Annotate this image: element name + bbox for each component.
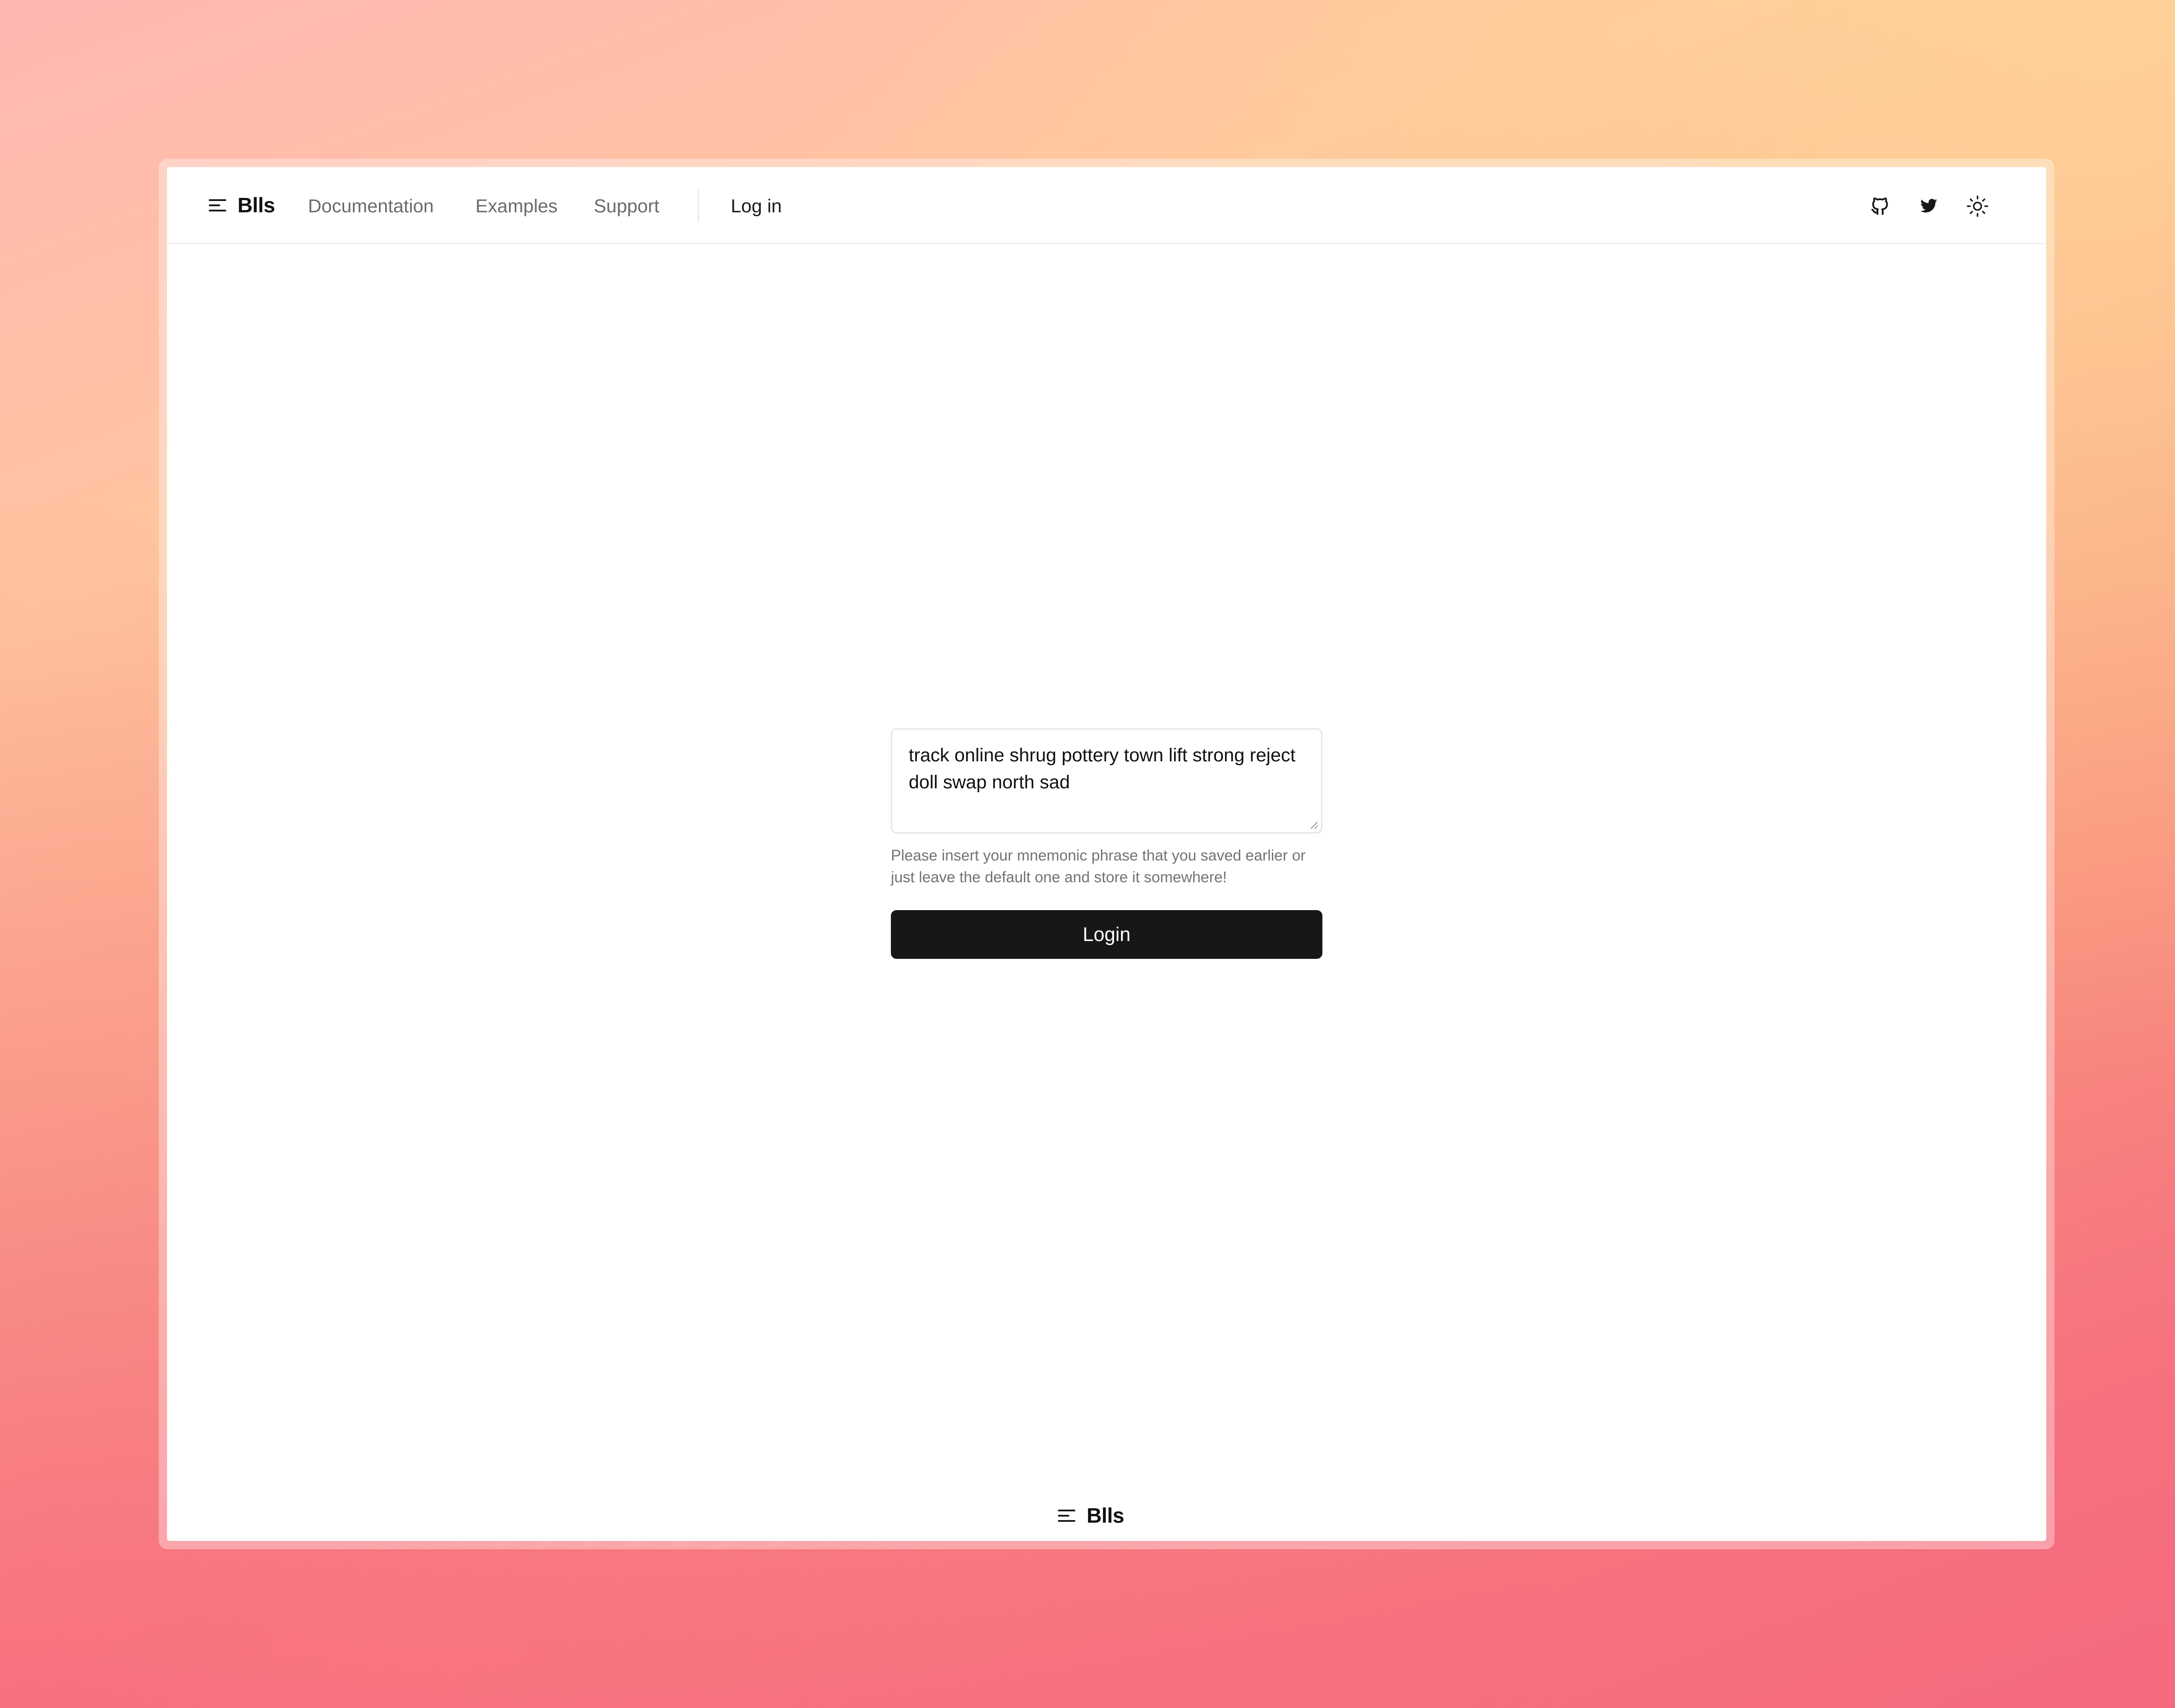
github-icon[interactable] [1866,192,1894,220]
nav-divider [698,189,699,222]
browser-window: Blls Documentation Examples Support Log … [167,167,2046,1541]
mnemonic-value: track online shrug pottery town lift str… [909,745,1296,793]
brand-logo[interactable]: Blls [209,190,275,221]
footer-brand-name: Blls [1087,1504,1124,1527]
twitter-icon[interactable] [1915,192,1943,220]
top-navbar: Blls Documentation Examples Support Log … [167,167,2046,244]
login-button[interactable]: Login [891,910,1322,959]
login-form: track online shrug pottery town lift str… [891,728,1322,959]
nav-login-link[interactable]: Log in [731,193,782,219]
footer-brand[interactable]: Blls [1058,1500,1124,1531]
menu-lines-icon [209,197,226,214]
menu-lines-icon [1058,1507,1075,1524]
brand-name: Blls [238,194,275,217]
nav-link-examples[interactable]: Examples [475,193,558,219]
nav-link-support[interactable]: Support [594,193,659,219]
mnemonic-help-text: Please insert your mnemonic phrase that … [891,847,1306,886]
mnemonic-textarea[interactable]: track online shrug pottery town lift str… [891,728,1322,834]
nav-link-documentation[interactable]: Documentation [308,193,434,219]
sun-icon[interactable] [1964,192,1991,220]
resize-handle-icon[interactable] [1309,820,1318,830]
